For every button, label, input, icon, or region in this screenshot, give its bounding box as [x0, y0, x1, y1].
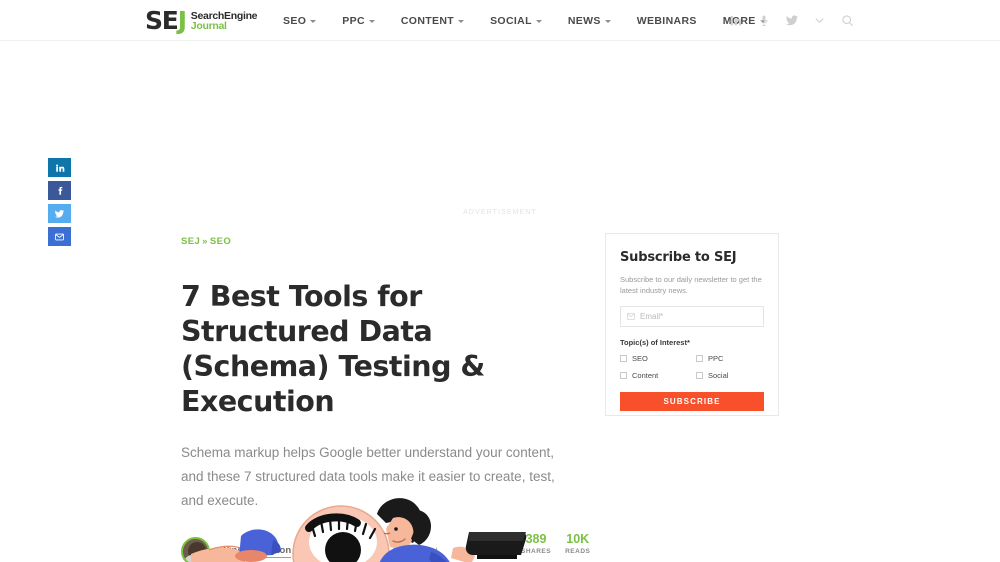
email-field[interactable]: Email* — [620, 306, 764, 327]
nav-item-seo[interactable]: SEO — [270, 15, 329, 27]
topic-label: Social — [708, 371, 729, 380]
checkbox-icon[interactable] — [696, 355, 703, 362]
page-title: 7 Best Tools for Structured Data (Schema… — [181, 280, 485, 418]
search-icon[interactable] — [840, 13, 855, 28]
hero-illustration — [181, 492, 581, 562]
nav-item-webinars[interactable]: WEBINARS — [624, 15, 710, 27]
breadcrumb-category[interactable]: SEO — [210, 236, 231, 247]
nav-label: SOCIAL — [490, 14, 532, 27]
topics-grid: SEO PPC Content Social — [620, 354, 764, 380]
topic-label: Content — [632, 371, 659, 380]
nav-label: CONTENT — [400, 14, 455, 27]
chevron-down-icon — [535, 19, 542, 23]
topic-label: SEO — [632, 354, 648, 363]
breadcrumb-separator: » — [202, 236, 208, 247]
checkbox-icon[interactable] — [620, 372, 627, 379]
site-header: SEJ SearchEngine Journal SEO PPC CONTENT… — [0, 0, 1000, 41]
article-page: SEJ SearchEngine Journal SEO PPC CONTENT… — [0, 0, 1000, 562]
chevron-down-icon — [368, 19, 375, 23]
breadcrumb: SEJ» SEO — [181, 236, 581, 247]
topics-label: Topic(s) of Interest* — [620, 338, 690, 347]
logo-mark: SEJ — [145, 6, 187, 35]
nav-label: NEWS — [567, 14, 601, 27]
header-icon-group — [728, 0, 855, 41]
nav-label: SEO — [283, 14, 307, 27]
advertisement-label: ADVERTISEMENT — [463, 209, 537, 216]
nav-item-news[interactable]: NEWS — [555, 15, 624, 27]
topic-checkbox-social[interactable]: Social — [696, 371, 772, 380]
nav-label: WEBINARS — [636, 14, 697, 27]
envelope-icon — [627, 313, 635, 320]
chevron-down-icon — [310, 19, 317, 23]
chevron-down-icon — [458, 19, 465, 23]
nav-label: PPC — [342, 14, 365, 27]
podcast-icon[interactable] — [756, 13, 771, 28]
topic-checkbox-seo[interactable]: SEO — [620, 354, 696, 363]
breadcrumb-root[interactable]: SEJ — [181, 236, 200, 247]
chevron-down-icon — [604, 19, 611, 23]
chevron-down-icon[interactable] — [812, 13, 827, 28]
nav-item-ppc[interactable]: PPC — [329, 15, 388, 27]
topic-checkbox-content[interactable]: Content — [620, 371, 696, 380]
linkedin-icon[interactable] — [728, 13, 743, 28]
logo-word-journal: Journal — [190, 20, 227, 32]
subscribe-description: Subscribe to our daily newsletter to get… — [620, 275, 762, 295]
topic-checkbox-ppc[interactable]: PPC — [696, 354, 772, 363]
subscribe-title: Subscribe to SEJ — [620, 250, 737, 265]
advertisement-slot: ADVERTISEMENT — [0, 48, 1000, 220]
nav-item-content[interactable]: CONTENT — [388, 15, 477, 27]
twitter-icon[interactable] — [784, 13, 799, 28]
site-logo[interactable]: SEJ SearchEngine Journal — [145, 6, 258, 35]
primary-nav: SEO PPC CONTENT SOCIAL NEWS WEBINARS MOR… — [270, 0, 779, 41]
share-email-button[interactable] — [48, 227, 71, 246]
checkbox-icon[interactable] — [696, 372, 703, 379]
logo-mark-green: J — [177, 6, 187, 35]
logo-wordmark: SearchEngine Journal — [190, 10, 258, 32]
subscribe-button[interactable]: SUBSCRIBE — [620, 392, 764, 411]
nav-item-social[interactable]: SOCIAL — [477, 15, 555, 27]
checkbox-icon[interactable] — [620, 355, 627, 362]
logo-mark-dark: SE — [145, 6, 179, 35]
email-placeholder: Email* — [640, 312, 664, 321]
topic-label: PPC — [708, 354, 724, 363]
subscribe-box: Subscribe to SEJ Subscribe to our daily … — [605, 233, 779, 416]
